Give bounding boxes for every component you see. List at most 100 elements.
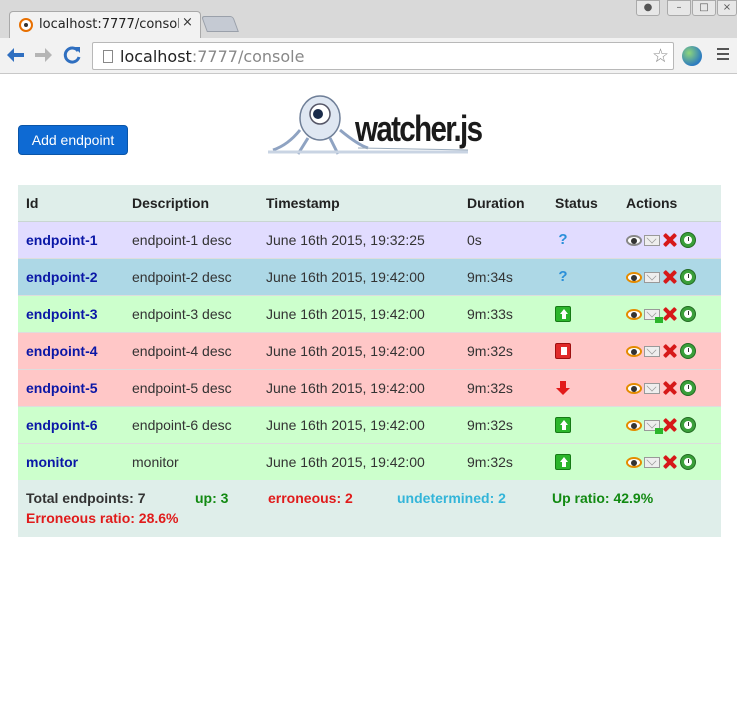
endpoint-description: endpoint-4 desc [124, 331, 258, 369]
summary-erroneous-ratio: Erroneous ratio: 28.6% [26, 510, 179, 526]
schedule-clock-icon[interactable] [680, 417, 696, 434]
page-icon [103, 50, 113, 63]
endpoint-timestamp: June 16th 2015, 19:42:00 [258, 331, 459, 369]
close-window-icon[interactable]: × [717, 0, 737, 16]
endpoint-id-link[interactable]: endpoint-3 [18, 294, 124, 332]
col-header-duration: Duration [459, 185, 547, 222]
col-header-description: Description [124, 185, 258, 222]
schedule-clock-icon[interactable] [680, 380, 696, 397]
forward-icon[interactable] [33, 45, 53, 65]
bookmark-star-icon[interactable]: ☆ [652, 45, 669, 67]
endpoint-id-link[interactable]: endpoint-2 [18, 257, 124, 295]
tab-close-icon[interactable]: × [182, 15, 193, 30]
delete-icon[interactable] [662, 269, 678, 285]
endpoint-actions [618, 257, 721, 295]
endpoint-duration: 9m:32s [459, 331, 547, 369]
browser-tabstrip: localhost:7777/console × ● – □ × [0, 0, 737, 38]
mail-icon[interactable] [644, 419, 663, 434]
col-header-actions: Actions [618, 185, 721, 222]
endpoint-description: endpoint-2 desc [124, 257, 258, 295]
mail-icon[interactable] [644, 308, 663, 323]
endpoint-actions [618, 405, 721, 443]
endpoint-status [547, 442, 618, 480]
menu-icon[interactable] [717, 48, 729, 63]
table-row: endpoint-4 endpoint-4 desc June 16th 2015,… [18, 331, 721, 369]
question-icon: ? [558, 268, 568, 286]
endpoint-timestamp: June 16th 2015, 19:42:00 [258, 294, 459, 332]
endpoint-description: endpoint-3 desc [124, 294, 258, 332]
delete-icon[interactable] [662, 232, 678, 248]
mail-icon[interactable] [644, 345, 660, 357]
col-header-timestamp: Timestamp [258, 185, 459, 222]
view-eye-icon[interactable] [626, 345, 642, 357]
endpoint-id-link[interactable]: endpoint-6 [18, 405, 124, 443]
delete-icon[interactable] [662, 417, 678, 433]
endpoint-id-link[interactable]: endpoint-4 [18, 331, 124, 369]
endpoint-actions [618, 368, 721, 406]
question-icon: ? [558, 231, 568, 249]
endpoint-status [547, 331, 618, 369]
minimize-icon[interactable]: – [667, 0, 691, 16]
endpoint-description: endpoint-1 desc [124, 220, 258, 258]
view-eye-icon[interactable] [626, 382, 642, 394]
view-eye-icon[interactable] [626, 419, 642, 431]
endpoint-status [547, 405, 618, 443]
schedule-clock-icon[interactable] [680, 269, 696, 286]
add-endpoint-button[interactable]: Add endpoint [18, 125, 128, 155]
endpoint-duration: 9m:33s [459, 294, 547, 332]
schedule-clock-icon[interactable] [680, 454, 696, 471]
endpoint-actions [618, 294, 721, 332]
back-icon[interactable] [6, 45, 26, 65]
view-eye-icon[interactable] [626, 456, 642, 468]
mail-icon[interactable] [644, 271, 660, 283]
eye-favicon-icon [19, 18, 33, 32]
delete-icon[interactable] [662, 380, 678, 396]
mail-icon[interactable] [644, 456, 660, 468]
reload-icon[interactable] [62, 45, 82, 65]
summary-bar: Total endpoints: 7 up: 3 erroneous: 2 un… [18, 480, 721, 537]
mail-icon[interactable] [644, 382, 660, 394]
endpoint-actions [618, 220, 721, 258]
view-eye-icon[interactable] [626, 234, 642, 246]
endpoint-id-link[interactable]: monitor [18, 442, 124, 480]
endpoint-duration: 9m:34s [459, 257, 547, 295]
down-box-icon [555, 343, 571, 360]
summary-erroneous: erroneous: 2 [268, 490, 353, 506]
endpoint-status [547, 294, 618, 332]
delete-icon[interactable] [662, 306, 678, 322]
endpoint-actions [618, 331, 721, 369]
endpoint-duration: 0s [459, 220, 547, 258]
up-icon [555, 417, 571, 434]
up-icon [555, 306, 571, 323]
maximize-icon[interactable]: □ [692, 0, 716, 16]
watcher-logo: watcher.js [268, 90, 483, 158]
mail-icon[interactable] [644, 234, 660, 246]
globe-extension-icon[interactable] [682, 46, 702, 66]
schedule-clock-icon[interactable] [680, 306, 696, 323]
new-tab-button[interactable] [201, 16, 239, 32]
endpoint-id-link[interactable]: endpoint-1 [18, 220, 124, 258]
url-text: localhost:7777/console [120, 47, 305, 66]
browser-tab[interactable]: localhost:7777/console × [9, 11, 201, 38]
endpoint-status: ? [547, 220, 618, 258]
endpoint-timestamp: June 16th 2015, 19:42:00 [258, 442, 459, 480]
view-eye-icon[interactable] [626, 308, 642, 320]
endpoint-description: endpoint-6 desc [124, 405, 258, 443]
console-page: Add endpoint watcher.js Id Description T… [0, 75, 737, 728]
view-eye-icon[interactable] [626, 271, 642, 283]
table-row: endpoint-3 endpoint-3 desc June 16th 2015,… [18, 294, 721, 332]
col-header-id: Id [18, 185, 124, 222]
address-bar[interactable]: localhost:7777/console ☆ [92, 42, 674, 70]
table-row: endpoint-2 endpoint-2 desc June 16th 2015,… [18, 257, 721, 295]
user-icon[interactable]: ● [636, 0, 660, 16]
delete-icon[interactable] [662, 343, 678, 359]
delete-icon[interactable] [662, 454, 678, 470]
schedule-clock-icon[interactable] [680, 343, 696, 360]
tab-title: localhost:7777/console [39, 17, 179, 32]
schedule-clock-icon[interactable] [680, 232, 696, 249]
endpoint-timestamp: June 16th 2015, 19:42:00 [258, 368, 459, 406]
endpoint-status [547, 368, 618, 406]
summary-total: Total endpoints: 7 [26, 490, 146, 506]
endpoint-id-link[interactable]: endpoint-5 [18, 368, 124, 406]
endpoint-description: endpoint-5 desc [124, 368, 258, 406]
